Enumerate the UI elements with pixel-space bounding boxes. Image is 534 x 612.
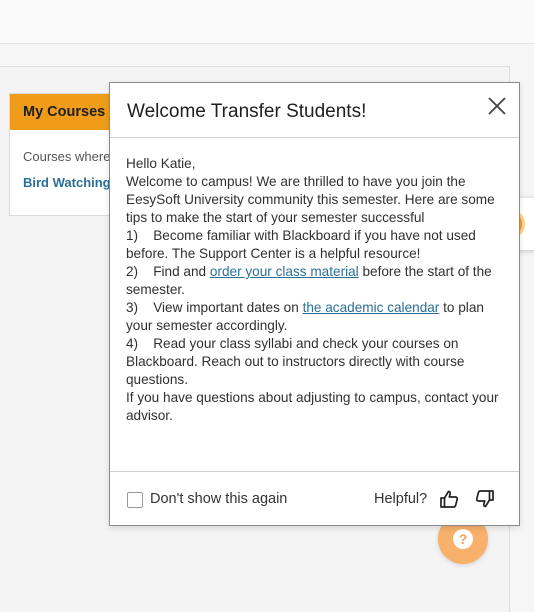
modal-body: Hello Katie, Welcome to campus! We are t… [126,155,506,425]
close-button[interactable] [486,95,508,117]
thumbs-down-icon [475,490,494,508]
my-courses-card: My Courses Courses where Bird Watching [9,93,125,216]
course-link-bird-watching[interactable]: Bird Watching [10,164,124,190]
question-mark-icon: ? [453,529,473,549]
welcome-modal: Welcome Transfer Students! Hello Katie, … [109,82,520,526]
modal-footer: Don't show this again Helpful? [110,471,519,525]
tip-1: 1) Become familiar with Blackboard if yo… [126,228,476,261]
order-class-material-link[interactable]: order your class material [210,264,359,279]
my-courses-header: My Courses [10,94,124,130]
closing-text: If you have questions about adjusting to… [126,390,499,423]
close-icon [488,97,506,115]
top-bar [0,0,534,44]
tip-2-prefix: 2) Find and [126,264,210,279]
thumbs-up-button[interactable] [439,489,459,509]
greeting-text: Hello Katie, [126,156,196,171]
tip-3-prefix: 3) View important dates on [126,300,303,315]
helpful-label: Helpful? [374,491,428,507]
thumbs-up-icon [440,490,459,508]
dont-show-again-checkbox[interactable] [127,492,143,508]
thumbs-down-button[interactable] [475,489,495,509]
intro-text: Welcome to campus! We are thrilled to ha… [126,174,495,225]
academic-calendar-link[interactable]: the academic calendar [303,300,440,315]
tip-3: 3) View important dates on the academic … [126,299,506,335]
modal-header: Welcome Transfer Students! [110,83,519,138]
courses-subtitle: Courses where [23,149,111,164]
tip-2: 2) Find and order your class material be… [126,263,506,299]
dont-show-again-label[interactable]: Don't show this again [150,491,287,507]
tip-4: 4) Read your class syllabi and check you… [126,336,465,387]
modal-title: Welcome Transfer Students! [127,101,367,122]
